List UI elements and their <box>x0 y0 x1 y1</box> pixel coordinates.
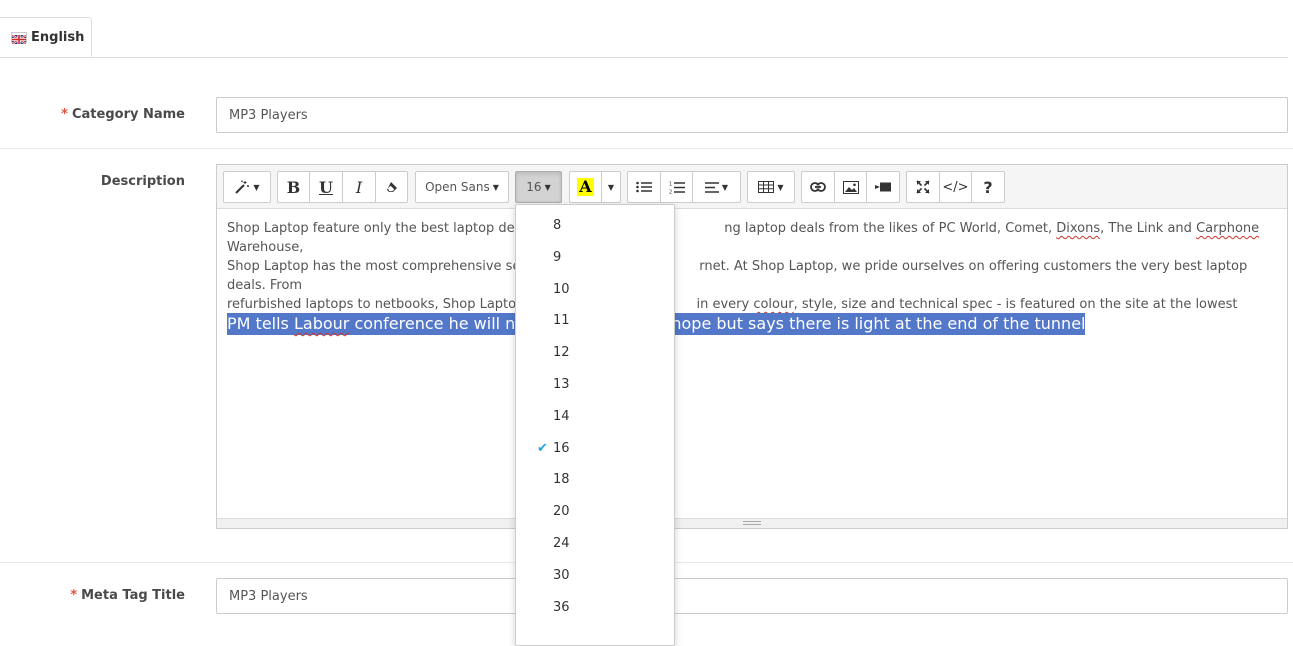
font-size-option-label: 11 <box>553 313 570 329</box>
tab-english[interactable]: English <box>0 17 92 57</box>
font-size-option-label: 10 <box>553 281 570 297</box>
font-size-option-12[interactable]: 12 <box>516 338 672 368</box>
font-size-option-label: 14 <box>553 408 570 424</box>
font-size-option-24[interactable]: 24 <box>516 529 672 559</box>
font-size-select[interactable]: 16 ▼ <box>515 171 562 203</box>
paragraph-align-button[interactable]: ▼ <box>692 171 741 203</box>
uk-flag-icon <box>11 31 27 45</box>
font-size-option-30[interactable]: 30 <box>516 561 672 591</box>
category-name-label: * Category Name <box>61 107 185 122</box>
text-color-button[interactable]: A <box>569 171 602 203</box>
spellcheck-word: Dixons <box>1056 221 1101 236</box>
spellcheck-word: colour <box>753 297 794 312</box>
row-divider <box>0 148 1293 149</box>
checkmark-icon: ✔ <box>537 440 548 456</box>
eraser-icon <box>386 181 398 193</box>
font-size-option-label: 8 <box>553 218 562 233</box>
font-size-option-label: 16 <box>553 440 570 456</box>
font-size-value: 16 <box>526 180 542 194</box>
font-size-option-10[interactable]: 10 <box>516 275 672 305</box>
codeview-button[interactable]: </> <box>939 171 972 203</box>
chevron-down-icon: ▼ <box>253 182 260 192</box>
font-size-option-label: 20 <box>553 504 570 520</box>
meta-tag-title-label-text: Meta Tag Title <box>81 588 185 603</box>
font-size-option-label: 30 <box>553 567 570 583</box>
video-button[interactable] <box>866 171 900 203</box>
font-family-value: Open Sans <box>425 180 490 194</box>
spellcheck-word: Carphone <box>1196 221 1260 236</box>
italic-button[interactable]: I <box>342 171 376 203</box>
resize-grip-icon <box>743 521 761 525</box>
image-button[interactable] <box>834 171 867 203</box>
font-size-option-label: 36 <box>553 599 570 615</box>
font-size-option-label: 24 <box>553 536 570 551</box>
tab-english-label: English <box>31 29 85 45</box>
description-editor: ▼ B U I Open Sans ▼ 16 ▼ A ▼ 1 2 ▼ ▼ </>… <box>216 164 1288 529</box>
fullscreen-button[interactable] <box>906 171 940 203</box>
text-color-dropdown[interactable]: ▼ <box>601 171 621 203</box>
font-family-select[interactable]: Open Sans ▼ <box>415 171 509 203</box>
font-size-option-label: 12 <box>553 345 570 361</box>
font-size-option-9[interactable]: 9 <box>516 243 672 273</box>
chevron-down-icon: ▼ <box>721 182 729 192</box>
language-tabs: English <box>0 17 1288 58</box>
table-button[interactable]: ▼ <box>747 171 795 203</box>
font-size-menu: 8 9 10 11 12 13 14 ✔ 16 18 20 24 30 36 <box>515 204 675 646</box>
editor-content[interactable]: Shop Laptop feature only the best laptop… <box>217 209 1287 519</box>
editor-toolbar: ▼ B U I Open Sans ▼ 16 ▼ A ▼ 1 2 ▼ ▼ </>… <box>217 165 1287 209</box>
category-name-label-text: Category Name <box>71 107 185 122</box>
align-left-icon <box>704 181 719 193</box>
category-name-input[interactable] <box>216 97 1288 133</box>
paragraph-line: Shop Laptop has the most comprehensive s… <box>227 259 1248 293</box>
font-size-option-16[interactable]: ✔ 16 <box>516 434 672 464</box>
text-color-icon: A <box>577 177 594 196</box>
meta-tag-title-label: * Meta Tag Title <box>70 588 185 603</box>
spellcheck-word: Labour <box>293 314 350 333</box>
svg-text:1: 1 <box>669 181 672 187</box>
editor-resize-bar[interactable] <box>217 518 1287 528</box>
style-button[interactable]: ▼ <box>223 171 271 203</box>
paragraph-line: Shop Laptop feature only the best laptop… <box>227 221 1260 255</box>
chevron-down-icon: ▼ <box>492 182 499 192</box>
font-size-option-11[interactable]: 11 <box>516 306 672 336</box>
unordered-list-button[interactable] <box>627 171 661 203</box>
svg-text:2: 2 <box>669 189 672 194</box>
bullet-list-icon <box>636 181 652 193</box>
font-size-option-14[interactable]: 14 <box>516 402 672 432</box>
bold-button[interactable]: B <box>277 171 310 203</box>
magic-wand-icon <box>234 180 250 194</box>
ordered-list-button[interactable]: 12 <box>660 171 693 203</box>
font-size-option-label: 9 <box>553 249 562 265</box>
help-button[interactable]: ? <box>971 171 1005 203</box>
font-size-option-8[interactable]: 8 <box>516 211 672 241</box>
font-size-option-13[interactable]: 13 <box>516 370 672 400</box>
image-icon <box>842 180 859 194</box>
font-size-option-label: 18 <box>553 472 570 488</box>
chevron-down-icon: ▼ <box>607 182 615 192</box>
video-icon <box>875 182 891 192</box>
required-mark: * <box>61 107 68 122</box>
table-icon <box>758 181 775 193</box>
font-size-option-36[interactable]: 36 <box>516 593 672 623</box>
numbered-list-icon: 12 <box>669 181 685 194</box>
link-icon <box>810 182 826 192</box>
description-label: Description <box>100 174 185 189</box>
clear-format-button[interactable] <box>375 171 408 203</box>
required-mark: * <box>70 588 78 603</box>
font-size-option-20[interactable]: 20 <box>516 497 672 527</box>
underline-button[interactable]: U <box>309 171 343 203</box>
fullscreen-icon <box>916 180 930 194</box>
meta-tag-title-input[interactable] <box>216 578 1288 614</box>
font-size-option-label: 13 <box>553 377 570 392</box>
font-size-option-18[interactable]: 18 <box>516 465 672 495</box>
link-button[interactable] <box>801 171 835 203</box>
chevron-down-icon: ▼ <box>544 182 551 192</box>
chevron-down-icon: ▼ <box>777 182 784 192</box>
